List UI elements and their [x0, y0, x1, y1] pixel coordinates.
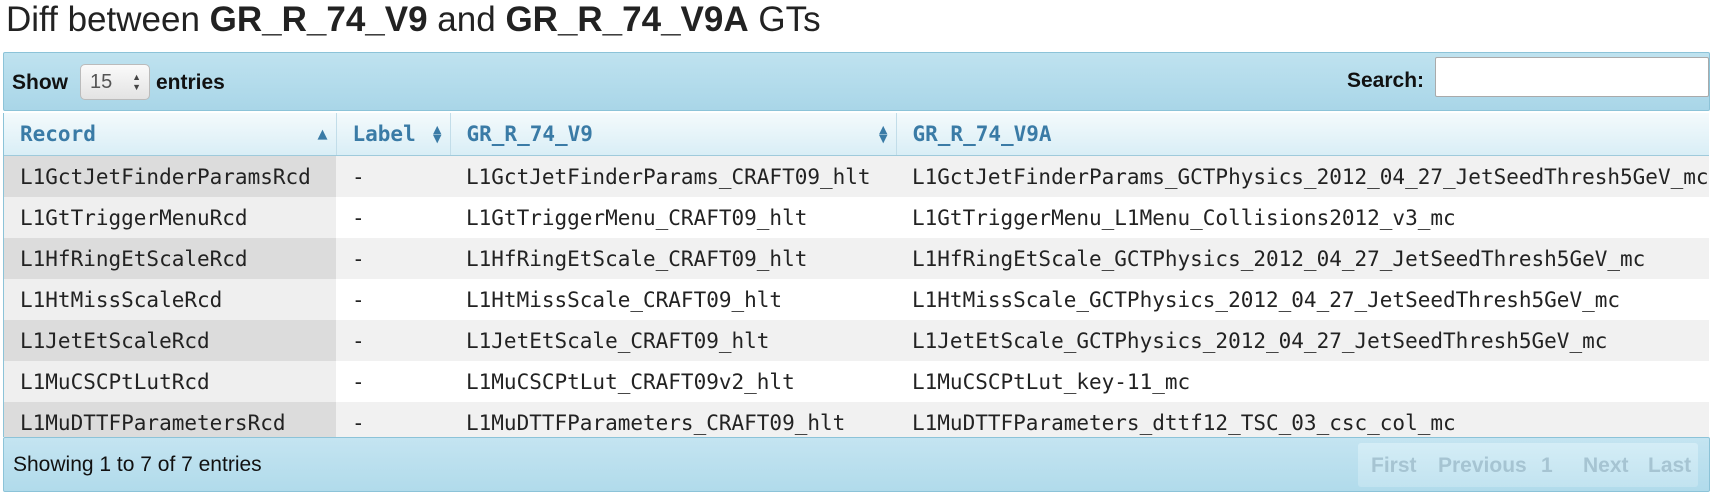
title-gt-a: GR_R_74_V9 [209, 0, 428, 39]
record-cell: L1MuCSCPtLutRcd [4, 361, 336, 402]
column-header-label-col[interactable]: Label ▲ ▼ [336, 113, 451, 156]
record-cell: L1HtMissScaleRcd [4, 279, 336, 320]
entries-label: entries [156, 71, 225, 94]
title-prefix: Diff between [6, 0, 210, 39]
gt-a-tag-cell: L1MuCSCPtLut_CRAFT09v2_hlt [450, 361, 896, 402]
column-header-label: GR_R_74_V9 [466, 122, 593, 146]
page-title: Diff between GR_R_74_V9 and GR_R_74_V9A … [6, 0, 821, 40]
table-row: L1GtTriggerMenuRcd - L1GtTriggerMenu_CRA… [4, 197, 1709, 238]
label-cell: - [336, 238, 450, 279]
sort-both-icon: ▲ ▼ [879, 123, 888, 145]
pagination-previous-button[interactable]: Previous [1438, 454, 1527, 478]
gt-b-tag-cell: L1GctJetFinderParams_GCTPhysics_2012_04_… [896, 155, 1709, 197]
pagination-page-1[interactable]: 1 [1541, 454, 1553, 478]
gt-b-tag-cell: L1JetEtScale_GCTPhysics_2012_04_27_JetSe… [896, 320, 1709, 361]
gt-b-tag-cell: L1HtMissScale_GCTPhysics_2012_04_27_JetS… [896, 279, 1709, 320]
column-header-label: Label [352, 122, 416, 146]
title-suffix: GTs [748, 0, 821, 39]
table-toolbar: Show 15 ▲ ▼ entries Search: [3, 52, 1710, 111]
table-row: L1JetEtScaleRcd - L1JetEtScale_CRAFT09_h… [4, 320, 1709, 361]
record-cell: L1MuDTTFParametersRcd [4, 402, 336, 437]
page-length-value: 15 [90, 71, 113, 93]
gt-b-tag-cell: L1MuDTTFParameters_dttf12_TSC_03_csc_col… [896, 402, 1709, 437]
label-cell: - [336, 320, 450, 361]
gt-b-tag-cell: L1GtTriggerMenu_L1Menu_Collisions2012_v3… [896, 197, 1709, 238]
column-header-label: GR_R_74_V9A [912, 122, 1052, 146]
column-header-gt-b[interactable]: GR_R_74_V9A▲▼ [896, 113, 1709, 156]
gt-a-tag-cell: L1HtMissScale_CRAFT09_hlt [450, 279, 896, 320]
table-row: L1HtMissScaleRcd - L1HtMissScale_CRAFT09… [4, 279, 1709, 320]
column-header-record[interactable]: Record ▲ [4, 113, 337, 156]
column-header-gt-a[interactable]: GR_R_74_V9 ▲ ▼ [450, 113, 897, 156]
column-header-label: Record [20, 122, 96, 146]
table-header-row: Record ▲ Label ▲ ▼ GR_R_74_V9 ▲ ▼ GR_R_74_V9A… [4, 113, 1709, 156]
page-length-select[interactable]: 15 ▲ ▼ [80, 64, 150, 100]
table-scroll-area: Record ▲ Label ▲ ▼ GR_R_74_V9 ▲ ▼ GR_R_74_V9A… [3, 113, 1709, 437]
record-cell: L1JetEtScaleRcd [4, 320, 336, 361]
spinner-arrows-icon: ▲ ▼ [132, 72, 141, 92]
table-row: L1MuDTTFParametersRcd - L1MuDTTFParamete… [4, 402, 1709, 437]
table-row: L1MuCSCPtLutRcd - L1MuCSCPtLut_CRAFT09v2… [4, 361, 1709, 402]
gt-a-tag-cell: L1MuDTTFParameters_CRAFT09_hlt [450, 402, 896, 437]
gt-b-tag-cell: L1MuCSCPtLut_key-11_mc [896, 361, 1709, 402]
title-gt-b: GR_R_74_V9A [505, 0, 749, 39]
gt-a-tag-cell: L1GctJetFinderParams_CRAFT09_hlt [450, 155, 896, 197]
label-cell: - [336, 155, 450, 197]
table-row: L1HfRingEtScaleRcd - L1HfRingEtScale_CRA… [4, 238, 1709, 279]
search-label: Search: [1347, 69, 1425, 92]
gt-a-tag-cell: L1GtTriggerMenu_CRAFT09_hlt [450, 197, 896, 238]
gt-a-tag-cell: L1JetEtScale_CRAFT09_hlt [450, 320, 896, 361]
label-cell: - [336, 402, 450, 437]
datatable-wrapper: Show 15 ▲ ▼ entries Search: Record ▲ Label… [3, 52, 1710, 492]
pagination: First Previous 1 Next Last [1358, 443, 1698, 487]
pagination-last-button[interactable]: Last [1648, 454, 1691, 478]
gt-diff-table: Record ▲ Label ▲ ▼ GR_R_74_V9 ▲ ▼ GR_R_74_V9A… [4, 113, 1709, 437]
label-cell: - [336, 361, 450, 402]
table-info: Showing 1 to 7 of 7 entries [13, 453, 262, 476]
gt-a-tag-cell: L1HfRingEtScale_CRAFT09_hlt [450, 238, 896, 279]
table-row: L1GctJetFinderParamsRcd - L1GctJetFinder… [4, 155, 1709, 197]
record-cell: L1HfRingEtScaleRcd [4, 238, 336, 279]
sort-both-icon: ▲ ▼ [433, 123, 442, 145]
label-cell: - [336, 279, 450, 320]
title-middle: and [427, 0, 506, 39]
record-cell: L1GtTriggerMenuRcd [4, 197, 336, 238]
record-cell: L1GctJetFinderParamsRcd [4, 155, 336, 197]
search-input[interactable] [1435, 57, 1709, 97]
pagination-first-button[interactable]: First [1371, 454, 1417, 478]
label-cell: - [336, 197, 450, 238]
pagination-next-button[interactable]: Next [1583, 454, 1629, 478]
gt-b-tag-cell: L1HfRingEtScale_GCTPhysics_2012_04_27_Je… [896, 238, 1709, 279]
table-footer: Showing 1 to 7 of 7 entries First Previo… [3, 437, 1710, 492]
sort-ascending-icon: ▲ [317, 127, 328, 142]
show-label: Show [12, 71, 68, 94]
